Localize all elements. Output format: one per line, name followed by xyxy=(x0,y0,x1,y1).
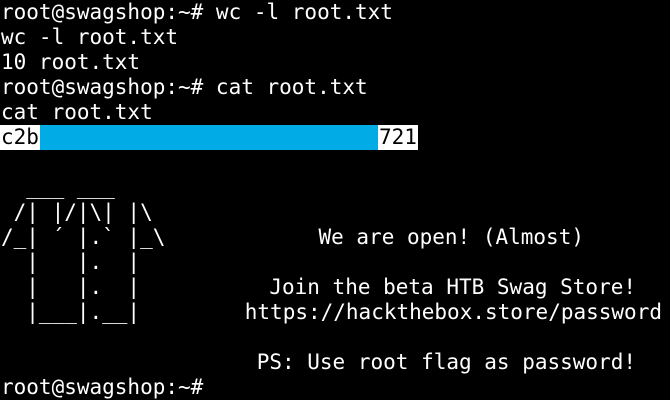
message-join-beta: Join the beta HTB Swag Store! xyxy=(269,275,636,299)
root-flag-output: c2b 721 xyxy=(0,125,418,150)
message-open: We are open! (Almost) xyxy=(318,225,584,249)
flag-redaction-bar xyxy=(39,125,378,150)
flag-suffix: 721 xyxy=(377,125,418,150)
flag-prefix: c2b xyxy=(0,125,40,150)
terminal-prompt[interactable]: root@swagshop:~# xyxy=(1,375,203,400)
ascii-art-shirt: ___ ___ /| |/|\| |\ /_| ´ |.` |_\ | |. |… xyxy=(1,175,166,324)
message-ps-hint: PS: Use root flag as password! xyxy=(256,350,636,374)
terminal-line-command-wc: root@swagshop:~# wc -l root.txt xyxy=(1,0,393,24)
terminal-line-output-wc: 10 root.txt xyxy=(1,50,141,74)
terminal-window[interactable]: root@swagshop:~# wc -l root.txt wc -l ro… xyxy=(0,0,670,400)
terminal-line-echo-cat: cat root.txt xyxy=(1,100,153,124)
terminal-line-command-cat: root@swagshop:~# cat root.txt xyxy=(1,75,368,99)
message-store-url: https://hackthebox.store/password xyxy=(244,300,662,324)
terminal-line-echo-wc: wc -l root.txt xyxy=(1,25,179,49)
